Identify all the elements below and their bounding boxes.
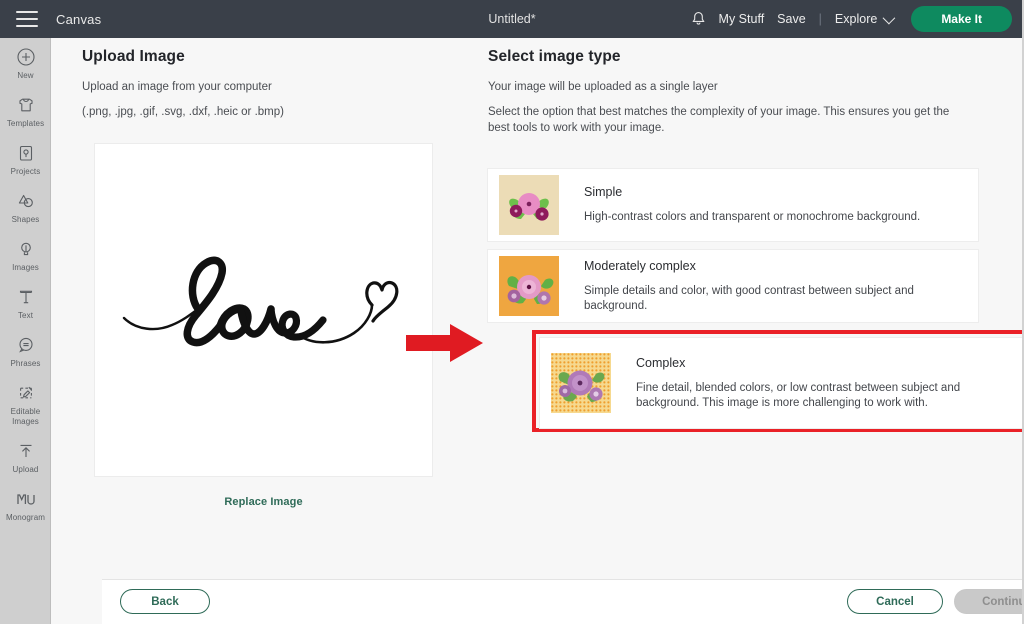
single-layer-note: Your image will be uploaded as a single … bbox=[488, 79, 988, 95]
upload-image-panel: Upload Image Upload an image from your c… bbox=[82, 48, 472, 129]
upload-formats: (.png, .jpg, .gif, .svg, .dxf, .heic or … bbox=[82, 104, 472, 120]
option-text-complex: Complex Fine detail, blended colors, or … bbox=[636, 356, 971, 411]
sidebar-item-editable-images[interactable]: Editable Images bbox=[0, 382, 51, 427]
sidebar-item-label: Projects bbox=[11, 167, 41, 177]
sidebar-item-label: Text bbox=[18, 311, 33, 321]
sidebar-item-shapes[interactable]: Shapes bbox=[0, 190, 51, 225]
upload-instruction: Upload an image from your computer bbox=[82, 79, 472, 95]
sidebar-item-text[interactable]: Text bbox=[0, 286, 51, 321]
sidebar-item-label: Templates bbox=[7, 119, 44, 129]
toolbar-separator: | bbox=[819, 12, 822, 26]
make-it-button[interactable]: Make It bbox=[911, 6, 1012, 32]
option-complex[interactable]: Complex Fine detail, blended colors, or … bbox=[540, 338, 1024, 428]
hamburger-menu-icon[interactable] bbox=[16, 11, 38, 27]
option-description: Fine detail, blended colors, or low cont… bbox=[636, 381, 971, 411]
top-toolbar: Canvas Untitled* My Stuff Save | Explore… bbox=[0, 0, 1024, 38]
clipboard-icon bbox=[16, 142, 36, 164]
option-description: High-contrast colors and transparent or … bbox=[584, 210, 920, 225]
sidebar-item-phrases[interactable]: Phrases bbox=[0, 334, 51, 369]
shapes-icon bbox=[16, 190, 36, 212]
page-title: Upload Image bbox=[82, 48, 472, 66]
option-title: Moderately complex bbox=[584, 259, 978, 273]
dialog-footer: Back Cancel Continue bbox=[102, 579, 1024, 624]
my-stuff-link[interactable]: My Stuff bbox=[719, 12, 765, 26]
continue-button: Continue bbox=[954, 589, 1024, 614]
sidebar-item-label: Images bbox=[12, 263, 39, 273]
select-image-type-panel: Select image type Your image will be upl… bbox=[488, 48, 988, 145]
explore-dropdown[interactable]: Explore bbox=[835, 12, 892, 26]
section-title: Select image type bbox=[488, 48, 988, 66]
option-text-moderately-complex: Moderately complex Simple details and co… bbox=[584, 259, 978, 314]
top-right-actions: My Stuff Save | Explore Make It bbox=[691, 0, 1012, 38]
monogram-icon bbox=[15, 488, 37, 510]
sidebar-item-label: Editable Images bbox=[0, 407, 51, 427]
complex-option-highlight: Complex Fine detail, blended colors, or … bbox=[532, 330, 1024, 432]
option-title: Simple bbox=[584, 185, 920, 199]
plus-circle-icon bbox=[16, 46, 36, 68]
sidebar-item-projects[interactable]: Projects bbox=[0, 142, 51, 177]
cancel-button[interactable]: Cancel bbox=[847, 589, 943, 614]
image-type-options: Simple High-contrast colors and transpar… bbox=[488, 169, 978, 322]
editable-images-icon bbox=[16, 382, 36, 404]
back-button[interactable]: Back bbox=[120, 589, 210, 614]
upload-image-dialog: Upload Image Upload an image from your c… bbox=[51, 38, 1024, 624]
option-simple[interactable]: Simple High-contrast colors and transpar… bbox=[488, 169, 978, 241]
option-title: Complex bbox=[636, 356, 971, 370]
speech-bubble-icon bbox=[16, 334, 36, 356]
sidebar-item-new[interactable]: New bbox=[0, 46, 51, 81]
chevron-down-icon bbox=[883, 11, 896, 24]
replace-image-link[interactable]: Replace Image bbox=[95, 496, 432, 508]
shirt-icon bbox=[16, 94, 36, 116]
sidebar-item-label: Phrases bbox=[10, 359, 40, 369]
sidebar-item-templates[interactable]: Templates bbox=[0, 94, 51, 129]
upload-arrow-icon bbox=[16, 440, 36, 462]
sidebar-item-monogram[interactable]: Monogram bbox=[0, 488, 51, 523]
explore-label: Explore bbox=[835, 12, 877, 26]
lightbulb-icon bbox=[16, 238, 36, 260]
sidebar-item-label: Upload bbox=[13, 465, 39, 475]
notification-bell-icon[interactable] bbox=[691, 11, 706, 27]
option-description: Simple details and color, with good cont… bbox=[584, 284, 978, 314]
complexity-instruction: Select the option that best matches the … bbox=[488, 104, 958, 136]
text-t-icon bbox=[16, 286, 36, 308]
canvas-label[interactable]: Canvas bbox=[56, 12, 101, 27]
thumbnail-simple bbox=[499, 175, 559, 235]
red-arrow-annotation bbox=[406, 322, 484, 364]
option-text-simple: Simple High-contrast colors and transpar… bbox=[584, 185, 920, 225]
sidebar-item-upload[interactable]: Upload bbox=[0, 440, 51, 475]
cricut-design-space-window: Canvas Untitled* My Stuff Save | Explore… bbox=[0, 0, 1024, 624]
sidebar-item-label: Shapes bbox=[12, 215, 40, 225]
sidebar-item-label: Monogram bbox=[6, 513, 45, 523]
save-button[interactable]: Save bbox=[777, 12, 806, 26]
thumbnail-complex bbox=[551, 353, 611, 413]
sidebar-item-images[interactable]: Images bbox=[0, 238, 51, 273]
left-tool-rail: New Templates Projects Shapes Images bbox=[0, 38, 51, 624]
uploaded-image-love-script bbox=[95, 235, 432, 385]
image-preview-canvas bbox=[95, 144, 432, 476]
option-moderately-complex[interactable]: Moderately complex Simple details and co… bbox=[488, 250, 978, 322]
thumbnail-moderately-complex bbox=[499, 256, 559, 316]
sidebar-item-label: New bbox=[17, 71, 33, 81]
